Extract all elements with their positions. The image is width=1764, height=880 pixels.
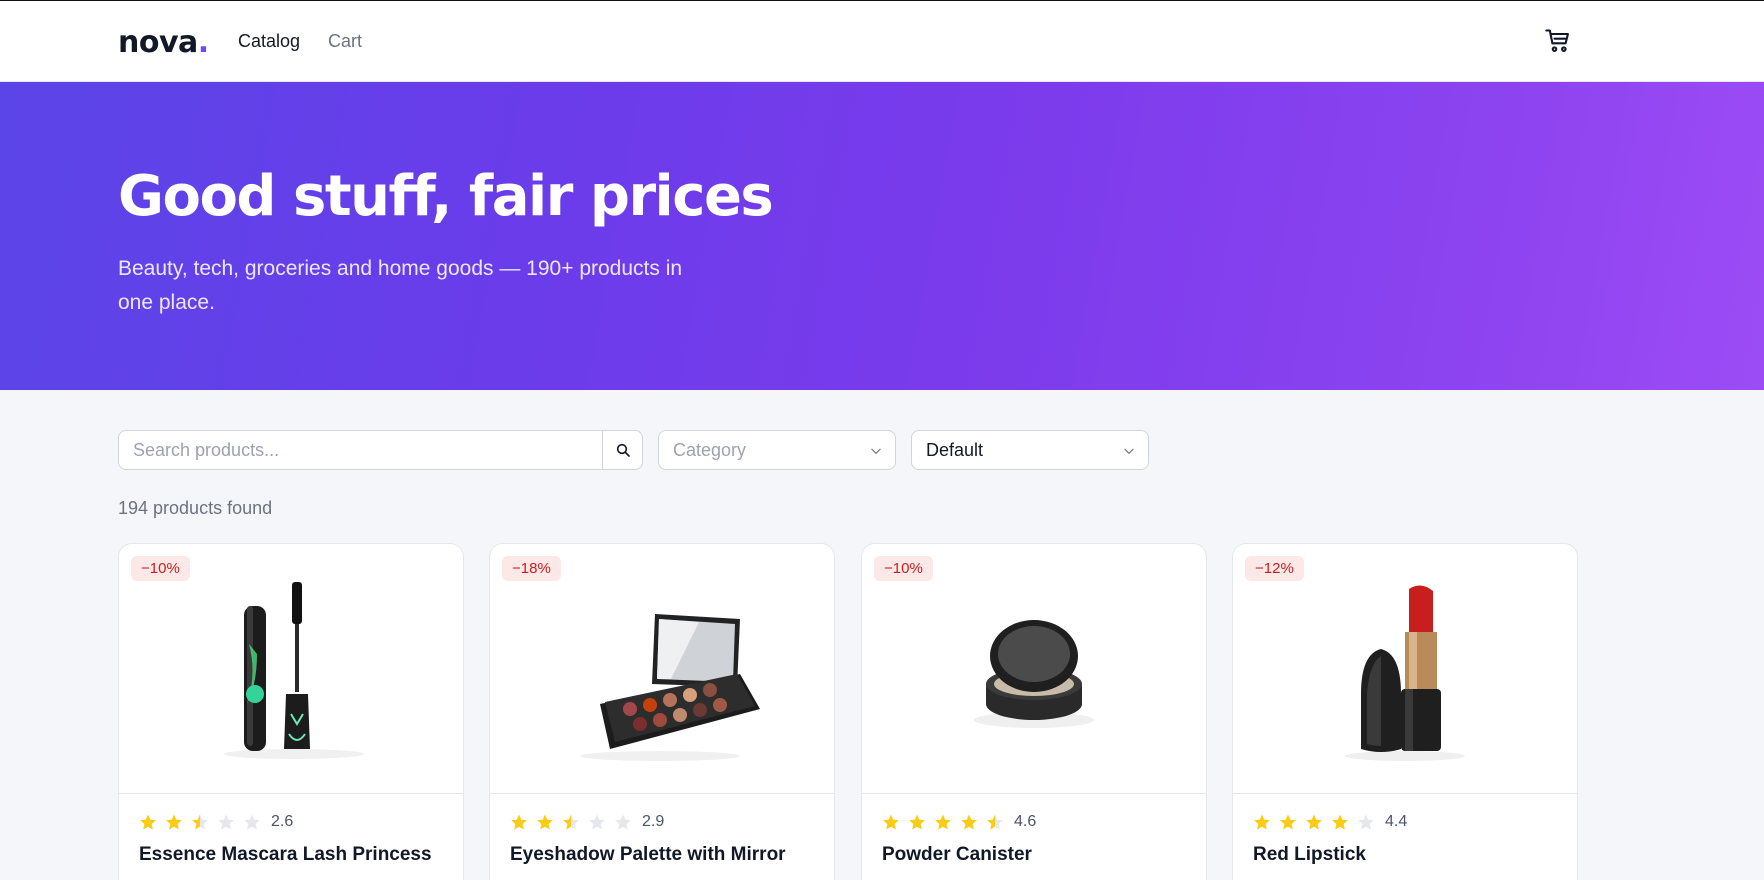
cart-icon[interactable] [1544, 27, 1572, 55]
product-name[interactable]: Powder Canister [882, 844, 1032, 866]
chevron-down-icon [871, 448, 881, 455]
logo[interactable]: nova. [118, 25, 209, 60]
discount-badge: −10% [131, 556, 190, 581]
nav-link-cart[interactable]: Cart [328, 31, 362, 52]
eyeshadow-palette-image[interactable] [490, 544, 834, 794]
top-navbar: nova. Catalog Cart [0, 0, 1764, 82]
category-select[interactable]: Category [658, 430, 896, 470]
hero-title: Good stuff, fair prices [118, 164, 774, 229]
discount-badge: −18% [502, 556, 561, 581]
search-input[interactable] [119, 431, 604, 469]
rating-value: 2.9 [642, 813, 665, 830]
discount-badge: −10% [874, 556, 933, 581]
rating-stars: 4.6 [882, 813, 1036, 831]
product-card[interactable]: −12% 4.4 Red Lipstick [1232, 543, 1578, 880]
product-name[interactable]: Eyeshadow Palette with Mirror [510, 844, 786, 866]
rating-value: 4.6 [1014, 813, 1037, 830]
search-bar [118, 430, 643, 470]
product-name[interactable]: Red Lipstick [1253, 844, 1366, 866]
product-card[interactable]: −10% 2.6 Essence Mascara Lash Princess [118, 543, 464, 880]
hero-subtitle: Beauty, tech, groceries and home goods —… [118, 257, 683, 314]
rating-value: 2.6 [271, 813, 294, 830]
sort-select[interactable]: Default [911, 430, 1149, 470]
sort-select-value: Default [926, 440, 984, 460]
product-name[interactable]: Essence Mascara Lash Princess [139, 844, 432, 866]
hero-banner: Good stuff, fair prices Beauty, tech, gr… [0, 82, 1764, 390]
rating-value: 4.4 [1385, 813, 1408, 830]
search-icon [616, 443, 630, 457]
rating-stars: 2.6 [139, 813, 293, 831]
product-card[interactable]: −10% 4.6 Powder Canister [861, 543, 1207, 880]
chevron-down-icon [1124, 448, 1134, 455]
category-select-value: Category [673, 440, 747, 460]
lipstick-image[interactable] [1233, 544, 1577, 794]
rating-stars: 4.4 [1253, 813, 1407, 831]
powder-compact-image[interactable] [862, 544, 1206, 794]
results-count: 194 products found [118, 498, 273, 518]
rating-stars: 2.9 [510, 813, 664, 831]
discount-badge: −12% [1245, 556, 1304, 581]
mascara-image[interactable] [119, 544, 463, 794]
search-button[interactable] [602, 431, 642, 469]
product-card[interactable]: −18% 2.9 Eyeshadow Palette with Mirror [489, 543, 835, 880]
nav-link-catalog[interactable]: Catalog [238, 31, 300, 52]
